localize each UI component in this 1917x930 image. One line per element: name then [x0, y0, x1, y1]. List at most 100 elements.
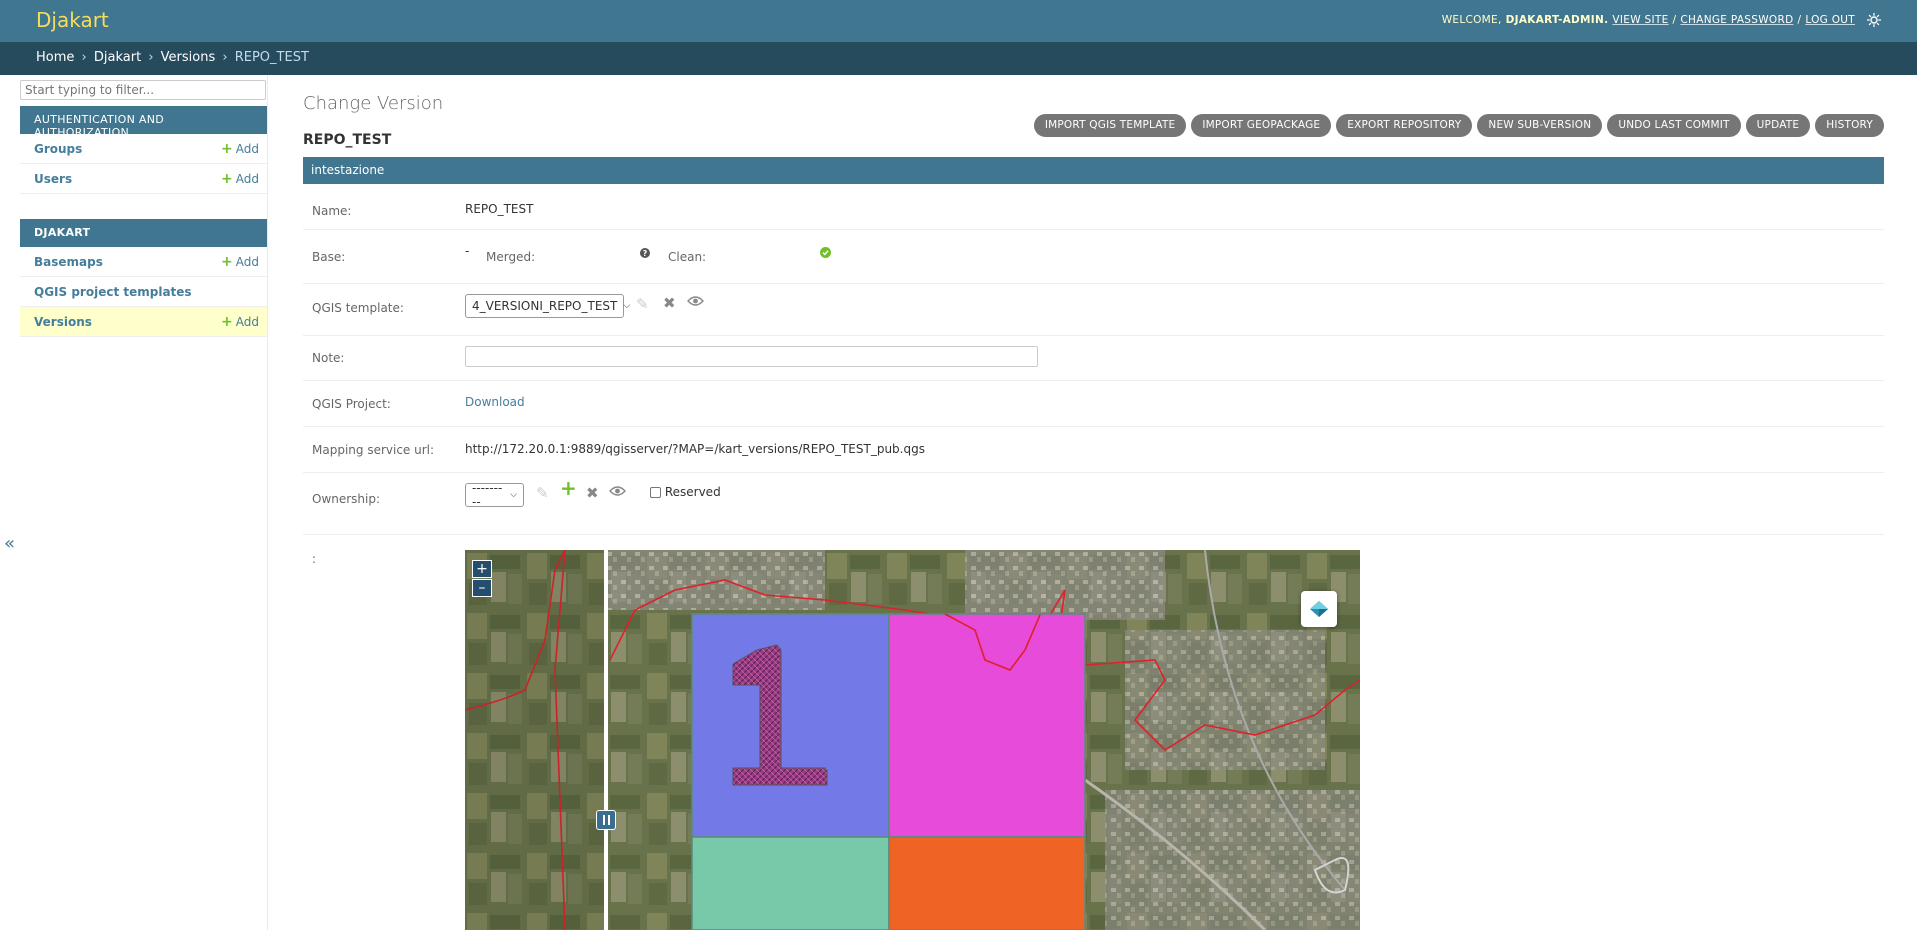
pencil-icon[interactable]: ✎	[536, 486, 549, 501]
model-link-users[interactable]: Users	[34, 172, 72, 186]
qgis-template-select[interactable]: 4_VERSIONI_REPO_TEST ⌵	[465, 294, 630, 318]
delete-icon[interactable]: ✖	[663, 296, 676, 311]
mapping-url-value: http://172.20.0.1:9889/qgisserver/?MAP=/…	[465, 442, 925, 456]
reserved-label: Reserved	[664, 485, 721, 499]
app-auth: AUTHENTICATION AND AUTHORIZATION Groups …	[20, 106, 267, 194]
breadcrumb-home[interactable]: Home	[36, 50, 74, 65]
app-caption-auth[interactable]: AUTHENTICATION AND AUTHORIZATION	[20, 106, 267, 139]
mapping-url-label: Mapping service url:	[312, 443, 435, 457]
form-row-base: Base: - Merged: ? Clean:	[303, 230, 1884, 284]
fieldset-caption: intestazione	[303, 157, 1884, 184]
swipe-divider[interactable]	[604, 550, 608, 930]
name-label: Name:	[312, 204, 352, 218]
model-link-versions[interactable]: Versions	[34, 315, 92, 329]
add-label: Add	[235, 314, 259, 329]
sidebar-item-users: Users + Add	[20, 164, 267, 194]
clean-label: Clean:	[668, 250, 707, 264]
app-djakart: DJAKART Basemaps + Add QGIS project templ…	[20, 219, 267, 337]
view-site-link[interactable]: VIEW SITE	[1612, 14, 1668, 26]
form-row-name: Name: REPO_TEST	[303, 184, 1884, 230]
reserved-checkbox[interactable]	[650, 487, 661, 498]
plus-icon: +	[221, 253, 233, 270]
sidebar-item-basemaps: Basemaps + Add	[20, 247, 267, 277]
add-versions-button[interactable]: + Add	[221, 315, 259, 329]
breadcrumb: Home › Djakart › Versions › REPO_TEST	[0, 42, 1917, 75]
pencil-icon[interactable]: ✎	[636, 297, 649, 312]
model-link-qgis-project-templates[interactable]: QGIS project templates	[34, 285, 192, 299]
ownership-label: Ownership:	[312, 492, 381, 506]
theme-toggle-icon[interactable]	[1866, 12, 1882, 28]
base-label: Base:	[312, 250, 346, 264]
zoom-control: + –	[472, 560, 492, 597]
nav-sidebar: AUTHENTICATION AND AUTHORIZATION Groups …	[20, 75, 268, 930]
form-row-mapping-url: Mapping service url: http://172.20.0.1:9…	[303, 427, 1884, 473]
breadcrumb-separator: ›	[81, 50, 87, 65]
plus-icon: +	[221, 140, 233, 157]
app-caption-djakart[interactable]: DJAKART	[20, 219, 267, 247]
add-groups-button[interactable]: + Add	[221, 142, 259, 156]
zoom-in-button[interactable]: +	[472, 560, 492, 578]
form-row-note: Note:	[303, 336, 1884, 381]
export-repository-button[interactable]: EXPORT REPOSITORY	[1336, 114, 1473, 137]
separator: /	[1672, 14, 1677, 26]
add-plus-icon[interactable]: +	[560, 478, 577, 498]
add-label: Add	[235, 254, 259, 269]
add-basemaps-button[interactable]: + Add	[221, 255, 259, 269]
plus-icon: +	[221, 313, 233, 330]
qgis-project-label: QGIS Project:	[312, 397, 391, 411]
ownership-selected: ---------	[472, 481, 503, 509]
breadcrumb-app[interactable]: Djakart	[94, 50, 141, 65]
new-sub-version-button[interactable]: NEW SUB-VERSION	[1477, 114, 1603, 137]
site-brand[interactable]: Djakart	[36, 8, 109, 32]
map-viewer[interactable]: + –	[465, 550, 1360, 930]
breadcrumb-model[interactable]: Versions	[161, 50, 216, 65]
toggle-sidebar-button[interactable]: «	[4, 533, 15, 554]
name-value: REPO_TEST	[465, 202, 534, 216]
note-textarea[interactable]	[465, 346, 1038, 367]
ownership-select[interactable]: --------- ⌵	[465, 481, 524, 509]
log-out-link[interactable]: LOG OUT	[1805, 14, 1855, 26]
page-title: Change Version	[303, 93, 444, 114]
undo-last-commit-button[interactable]: UNDO LAST COMMIT	[1607, 114, 1741, 137]
layer-switcher-button[interactable]	[1301, 591, 1337, 627]
header: Djakart WELCOME, DJAKART-ADMIN. VIEW SIT…	[0, 0, 1917, 42]
update-button[interactable]: UPDATE	[1745, 114, 1811, 137]
sidebar-item-versions: Versions + Add	[20, 307, 267, 337]
add-users-button[interactable]: + Add	[221, 172, 259, 186]
change-password-link[interactable]: CHANGE PASSWORD	[1680, 14, 1793, 26]
download-link[interactable]: Download	[465, 395, 525, 409]
chevron-down-icon: ⌵	[623, 301, 631, 311]
username: DJAKART-ADMIN.	[1505, 14, 1609, 26]
plus-icon: +	[221, 170, 233, 187]
import-geopackage-button[interactable]: IMPORT GEOPACKAGE	[1191, 114, 1332, 137]
swipe-handle-icon[interactable]	[596, 810, 616, 830]
nav-filter-input[interactable]	[20, 80, 266, 100]
map-canvas	[465, 550, 1360, 930]
reserved-field: Reserved	[650, 485, 721, 499]
note-label: Note:	[312, 351, 345, 365]
add-label: Add	[235, 141, 259, 156]
object-title: REPO_TEST	[303, 132, 392, 148]
chevron-down-icon: ⌵	[510, 490, 517, 500]
base-value: -	[465, 244, 470, 258]
merged-label: Merged:	[486, 250, 536, 264]
breadcrumb-current: REPO_TEST	[234, 50, 309, 65]
model-link-basemaps[interactable]: Basemaps	[34, 255, 103, 269]
add-label: Add	[235, 171, 259, 186]
history-button[interactable]: HISTORY	[1815, 114, 1884, 137]
view-eye-icon[interactable]	[609, 485, 626, 500]
welcome-text: WELCOME,	[1441, 14, 1502, 26]
qgis-template-label: QGIS template:	[312, 301, 404, 315]
sidebar-item-qgis-project-templates: QGIS project templates	[20, 277, 267, 307]
view-eye-icon[interactable]	[687, 295, 704, 310]
import-qgis-template-button[interactable]: IMPORT QGIS TEMPLATE	[1033, 114, 1187, 137]
model-link-groups[interactable]: Groups	[34, 142, 82, 156]
main-content: Change Version REPO_TEST IMPORT QGIS TEM…	[303, 75, 1884, 930]
user-tools: WELCOME, DJAKART-ADMIN. VIEW SITE / CHAN…	[1441, 12, 1882, 28]
breadcrumb-separator: ›	[222, 50, 228, 65]
zoom-out-button[interactable]: –	[472, 579, 492, 597]
delete-icon[interactable]: ✖	[586, 486, 599, 501]
form-row-qgis-project: QGIS Project: Download	[303, 381, 1884, 427]
clean-yes-icon	[820, 247, 831, 261]
object-tools: IMPORT QGIS TEMPLATE IMPORT GEOPACKAGE E…	[1033, 114, 1884, 137]
